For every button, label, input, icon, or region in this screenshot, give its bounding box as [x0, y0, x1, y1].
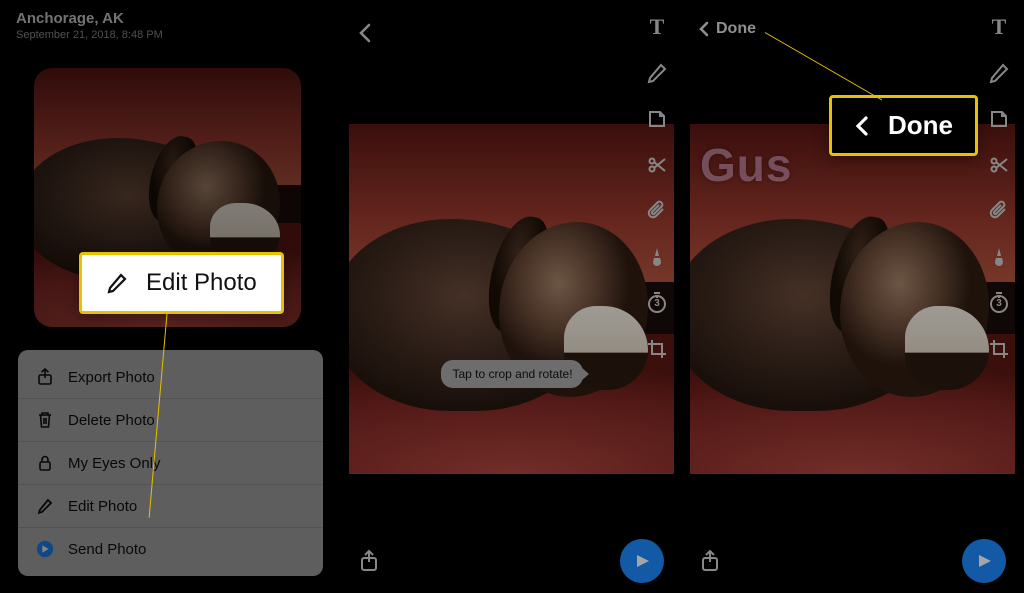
timestamp-label: September 21, 2018, 8:48 PM	[16, 29, 163, 41]
done-button[interactable]: Done	[698, 20, 756, 38]
scissors-tool[interactable]	[644, 152, 670, 178]
edit-tool-column: T 3	[644, 14, 670, 362]
annotation-label: Done	[888, 110, 953, 141]
done-label: Done	[716, 20, 756, 38]
annotation-edit-photo: Edit Photo	[79, 252, 284, 314]
brush-icon	[646, 246, 668, 268]
draw-tool[interactable]	[644, 60, 670, 86]
pencil-icon	[36, 497, 54, 515]
chevron-left-icon	[698, 21, 710, 37]
pencil-icon	[988, 62, 1010, 84]
menu-my-eyes-only[interactable]: My Eyes Only	[18, 441, 323, 484]
sticker-tool[interactable]	[986, 106, 1012, 132]
menu-delete-photo[interactable]: Delete Photo	[18, 398, 323, 441]
scissors-icon	[988, 154, 1010, 176]
timer-tool[interactable]: 3	[644, 290, 670, 316]
menu-export-photo[interactable]: Export Photo	[18, 356, 323, 398]
timer-value: 3	[654, 298, 660, 309]
screen-edit-photo: T 3 Tap to crop and rotate!	[341, 0, 682, 593]
text-tool[interactable]: T	[986, 14, 1012, 40]
text-icon: T	[992, 16, 1007, 38]
location-label: Anchorage, AK	[16, 10, 124, 27]
export-button[interactable]	[700, 549, 720, 573]
paperclip-icon	[988, 200, 1010, 222]
sticker-tool[interactable]	[644, 106, 670, 132]
text-icon: T	[650, 16, 665, 38]
sticker-icon	[988, 108, 1010, 130]
crop-tool[interactable]	[644, 336, 670, 362]
menu-item-label: My Eyes Only	[68, 455, 161, 472]
menu-item-label: Send Photo	[68, 541, 146, 558]
share-icon	[36, 368, 54, 386]
photo-caption-text[interactable]: Gus	[700, 138, 792, 192]
crop-icon	[988, 338, 1010, 360]
send-button[interactable]	[962, 539, 1006, 583]
menu-item-label: Edit Photo	[68, 498, 137, 515]
menu-item-label: Export Photo	[68, 369, 155, 386]
bottom-bar	[341, 529, 682, 593]
draw-tool[interactable]	[986, 60, 1012, 86]
menu-send-photo[interactable]: Send Photo	[18, 527, 323, 570]
paperclip-icon	[646, 200, 668, 222]
annotation-label: Edit Photo	[146, 269, 257, 297]
photo-canvas[interactable]	[349, 124, 674, 474]
brush-tool[interactable]	[644, 244, 670, 270]
attach-tool[interactable]	[986, 198, 1012, 224]
send-icon	[632, 551, 652, 571]
chevron-left-icon	[854, 115, 870, 137]
pencil-icon	[646, 62, 668, 84]
trash-icon	[36, 411, 54, 429]
send-button[interactable]	[620, 539, 664, 583]
annotation-done: Done	[829, 95, 978, 156]
export-button[interactable]	[359, 549, 379, 573]
send-icon	[974, 551, 994, 571]
pencil-icon	[106, 272, 128, 294]
brush-tool[interactable]	[986, 244, 1012, 270]
crop-icon	[646, 338, 668, 360]
menu-item-label: Delete Photo	[68, 412, 155, 429]
brush-icon	[988, 246, 1010, 268]
timer-tool[interactable]: 3	[986, 290, 1012, 316]
scissors-icon	[646, 154, 668, 176]
photo-options-menu: Export Photo Delete Photo My Eyes Only E…	[18, 350, 323, 576]
edit-tool-column: T 3	[986, 14, 1012, 362]
text-tool[interactable]: T	[644, 14, 670, 40]
screen-edit-done: Done Gus T 3	[682, 0, 1024, 593]
crop-tool[interactable]	[986, 336, 1012, 362]
bottom-bar	[682, 529, 1024, 593]
share-icon	[359, 549, 379, 573]
back-button[interactable]	[357, 22, 373, 44]
send-icon	[36, 540, 54, 558]
sticker-icon	[646, 108, 668, 130]
crop-tooltip: Tap to crop and rotate!	[440, 360, 582, 388]
timer-value: 3	[996, 298, 1002, 309]
share-icon	[700, 549, 720, 573]
scissors-tool[interactable]	[986, 152, 1012, 178]
attach-tool[interactable]	[644, 198, 670, 224]
lock-icon	[36, 454, 54, 472]
menu-edit-photo[interactable]: Edit Photo	[18, 484, 323, 527]
